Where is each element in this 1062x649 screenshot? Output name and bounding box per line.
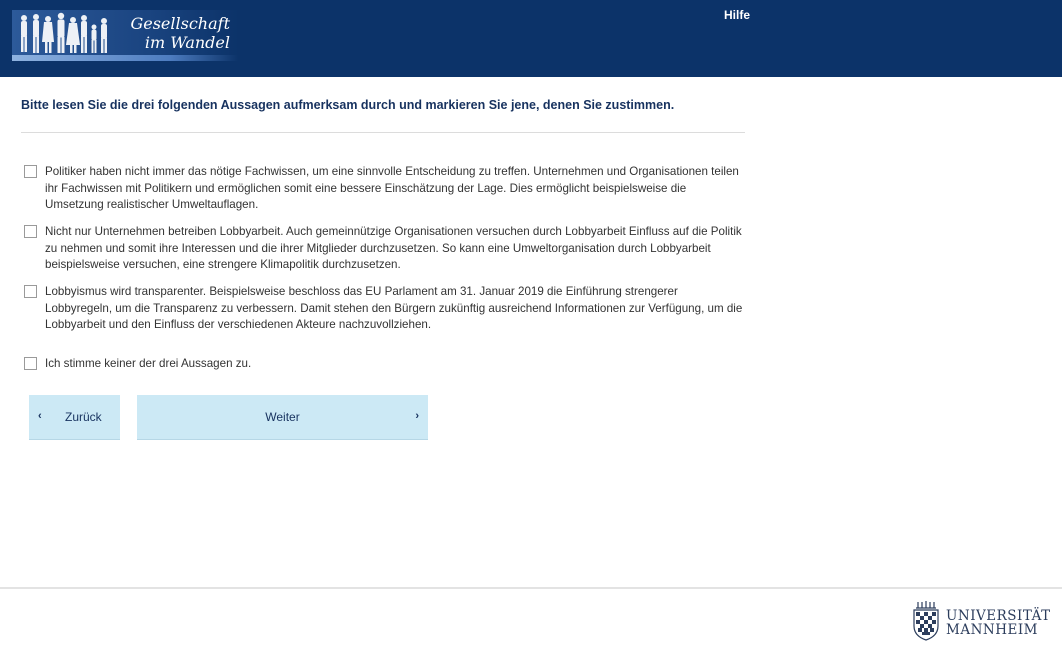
universitaet-mannheim-logo[interactable]: UNIVERSITÄT MANNHEIM xyxy=(908,600,1058,644)
option-label-none: Ich stimme keiner der drei Aussagen zu. xyxy=(45,357,252,370)
gesellschaft-im-wandel-logo[interactable]: Gesellschaft im Wandel xyxy=(12,10,238,61)
option-item-3[interactable]: Lobbyismus wird transparenter. Beispiels… xyxy=(24,284,746,334)
back-button-label: Zurück xyxy=(65,410,102,424)
university-name: UNIVERSITÄT MANNHEIM xyxy=(946,609,1051,637)
chevron-right-icon: › xyxy=(415,410,419,422)
logo-line-1: Gesellschaft xyxy=(130,14,230,33)
logo-stripe xyxy=(12,55,238,61)
back-button[interactable]: ‹ Zurück xyxy=(29,395,120,440)
option-checkbox-none[interactable] xyxy=(24,357,37,370)
header-bar: Gesellschaft im Wandel Hilfe xyxy=(0,0,1062,77)
option-label-2: Nicht nur Unternehmen betreiben Lobbyarb… xyxy=(45,225,742,271)
chevron-left-icon: ‹ xyxy=(38,410,42,422)
option-item-2[interactable]: Nicht nur Unternehmen betreiben Lobbyarb… xyxy=(24,224,746,274)
university-name-line-1: UNIVERSITÄT xyxy=(946,608,1051,624)
people-silhouette-icon xyxy=(21,12,107,53)
option-checkbox-2[interactable] xyxy=(24,225,37,238)
question-text: Bitte lesen Sie die drei folgenden Aussa… xyxy=(21,98,675,112)
footer-divider xyxy=(0,587,1062,589)
option-label-3: Lobbyismus wird transparenter. Beispiels… xyxy=(45,285,743,331)
option-checkbox-1[interactable] xyxy=(24,165,37,178)
divider xyxy=(21,132,745,133)
logo-line-2: im Wandel xyxy=(144,33,230,52)
help-link[interactable]: Hilfe xyxy=(724,8,750,22)
university-crest-icon xyxy=(913,601,939,641)
option-checkbox-3[interactable] xyxy=(24,285,37,298)
next-button[interactable]: Weiter › xyxy=(137,395,428,440)
option-item-none[interactable]: Ich stimme keiner der drei Aussagen zu. xyxy=(24,356,746,374)
option-label-1: Politiker haben nicht immer das nötige F… xyxy=(45,165,739,211)
logo-text: Gesellschaft im Wandel xyxy=(130,14,230,52)
next-button-label: Weiter xyxy=(265,410,300,424)
option-item-1[interactable]: Politiker haben nicht immer das nötige F… xyxy=(24,164,746,214)
university-name-line-2: MANNHEIM xyxy=(946,622,1038,638)
